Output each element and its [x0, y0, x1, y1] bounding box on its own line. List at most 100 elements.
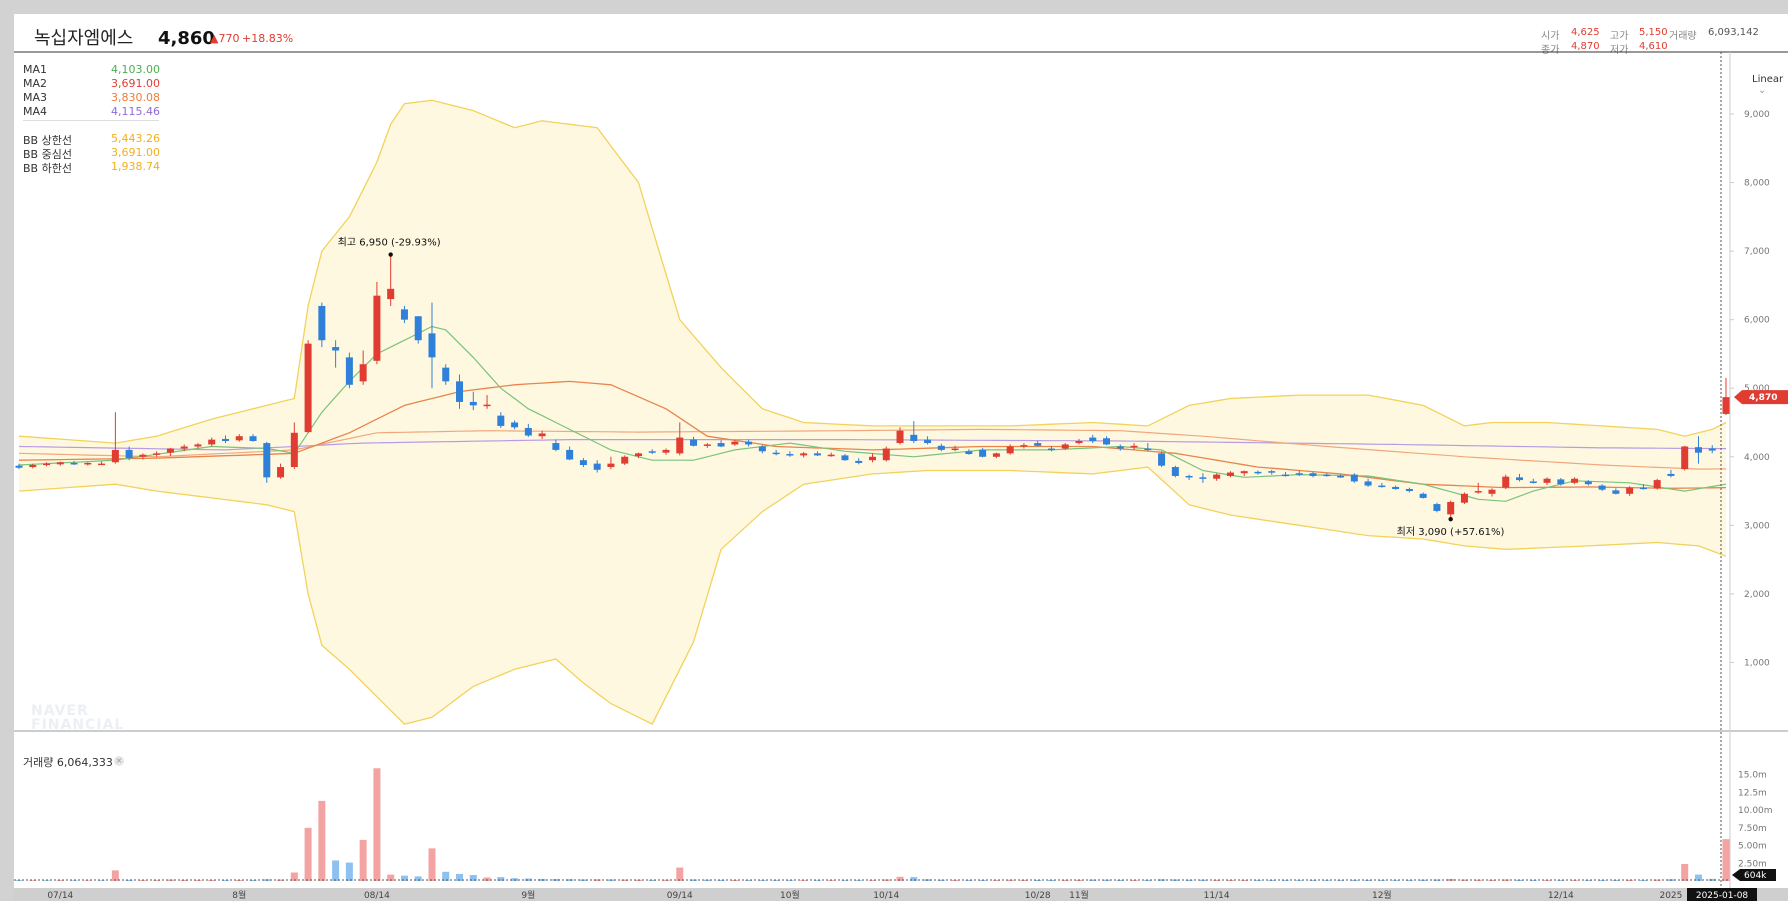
candle-body[interactable] — [1419, 493, 1427, 498]
candle-body[interactable] — [1089, 437, 1097, 442]
candle-body[interactable] — [1295, 473, 1303, 475]
candle-body[interactable] — [676, 437, 684, 454]
volume-bar[interactable] — [345, 862, 353, 881]
candle-body[interactable] — [166, 448, 174, 453]
candle-body[interactable] — [1061, 444, 1069, 449]
candle-body[interactable] — [1226, 472, 1234, 476]
candle-body[interactable] — [414, 316, 422, 341]
candle-body[interactable] — [1075, 441, 1083, 444]
candle-body[interactable] — [1006, 446, 1014, 454]
candle-body[interactable] — [277, 467, 285, 478]
candle-body[interactable] — [442, 367, 450, 382]
candle-body[interactable] — [263, 443, 271, 478]
candle-body[interactable] — [1268, 471, 1276, 473]
candle-body[interactable] — [1392, 486, 1400, 489]
candle-body[interactable] — [869, 456, 876, 461]
candle-body[interactable] — [194, 444, 202, 447]
candle-body[interactable] — [1103, 438, 1111, 445]
candle-body[interactable] — [1667, 473, 1675, 476]
candle-body[interactable] — [1681, 446, 1689, 470]
candle-body[interactable] — [1034, 443, 1042, 446]
candle-body[interactable] — [400, 309, 408, 320]
candle-body[interactable] — [1047, 448, 1055, 451]
candle-body[interactable] — [304, 343, 312, 433]
volume-bar[interactable] — [304, 827, 312, 881]
candle-body[interactable] — [924, 439, 932, 444]
candle-body[interactable] — [1488, 489, 1496, 494]
candle-body[interactable] — [1405, 488, 1413, 492]
candle-body[interactable] — [552, 443, 560, 450]
candle-body[interactable] — [373, 295, 381, 361]
candle-body[interactable] — [855, 460, 863, 463]
candle-body[interactable] — [1281, 474, 1289, 477]
candle-body[interactable] — [827, 454, 835, 457]
volume-bar[interactable] — [98, 880, 106, 881]
candle-body[interactable] — [111, 449, 119, 463]
candle-body[interactable] — [221, 438, 229, 442]
candle-body[interactable] — [1722, 397, 1730, 414]
candle-body[interactable] — [332, 347, 340, 351]
candle-body[interactable] — [634, 453, 642, 457]
candle-body[interactable] — [43, 463, 51, 466]
candle-body[interactable] — [937, 445, 945, 450]
candle-body[interactable] — [992, 453, 1000, 457]
candle-body[interactable] — [1529, 481, 1537, 483]
candle-body[interactable] — [15, 465, 23, 468]
candle-body[interactable] — [1516, 477, 1524, 481]
candle-body[interactable] — [469, 401, 477, 406]
candle-body[interactable] — [318, 305, 326, 341]
volume-bar[interactable] — [70, 880, 78, 881]
candle-body[interactable] — [1584, 481, 1592, 485]
candle-body[interactable] — [621, 456, 629, 464]
candle-body[interactable] — [345, 357, 353, 385]
candle-body[interactable] — [56, 462, 64, 465]
candle-body[interactable] — [579, 460, 587, 465]
candle-body[interactable] — [1309, 473, 1317, 476]
volume-bar[interactable] — [359, 839, 367, 881]
candle-body[interactable] — [1323, 474, 1331, 477]
candle-body[interactable] — [1337, 475, 1345, 478]
candle-body[interactable] — [1639, 487, 1647, 490]
candle-body[interactable] — [1474, 491, 1482, 493]
candle-body[interactable] — [607, 463, 615, 468]
candle-body[interactable] — [1460, 493, 1468, 503]
candle-body[interactable] — [153, 453, 161, 455]
candle-body[interactable] — [703, 444, 711, 446]
candle-body[interactable] — [235, 436, 243, 441]
volume-bar[interactable] — [1681, 863, 1689, 881]
candle-body[interactable] — [1254, 471, 1262, 474]
candle-body[interactable] — [800, 453, 808, 456]
candle-body[interactable] — [1020, 445, 1028, 447]
candle-body[interactable] — [841, 455, 849, 461]
candle-body[interactable] — [1213, 474, 1221, 479]
candle-body[interactable] — [910, 434, 918, 442]
candle-body[interactable] — [1199, 477, 1207, 479]
volume-bar[interactable] — [373, 768, 381, 881]
candle-body[interactable] — [29, 465, 37, 468]
volume-bar[interactable] — [676, 867, 684, 881]
volume-bar[interactable] — [428, 848, 436, 881]
candle-body[interactable] — [1350, 474, 1358, 482]
candle-body[interactable] — [359, 364, 367, 382]
volume-bar[interactable] — [318, 800, 326, 881]
candle-body[interactable] — [593, 463, 601, 470]
volume-bar[interactable] — [332, 860, 340, 881]
candle-body[interactable] — [139, 454, 147, 457]
candle-body[interactable] — [1185, 475, 1193, 478]
candle-body[interactable] — [1571, 478, 1579, 483]
candle-body[interactable] — [208, 439, 216, 445]
candle-body[interactable] — [511, 422, 519, 428]
candle-body[interactable] — [1158, 453, 1166, 466]
candle-body[interactable] — [70, 462, 78, 465]
candle-body[interactable] — [1708, 448, 1716, 451]
candle-body[interactable] — [772, 452, 780, 455]
candle-body[interactable] — [387, 288, 395, 300]
candle-body[interactable] — [1447, 502, 1455, 515]
candle-body[interactable] — [813, 453, 821, 456]
candle-body[interactable] — [965, 451, 973, 455]
candle-body[interactable] — [1433, 504, 1441, 511]
candle-body[interactable] — [1502, 476, 1510, 488]
candle-body[interactable] — [882, 448, 890, 461]
candle-body[interactable] — [180, 446, 188, 449]
candle-body[interactable] — [538, 433, 546, 437]
